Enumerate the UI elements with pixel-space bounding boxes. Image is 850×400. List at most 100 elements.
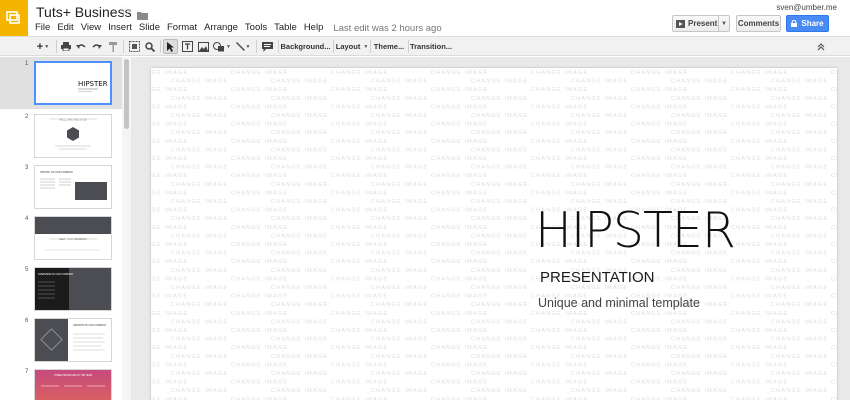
slide-tagline[interactable]: Unique and minimal template xyxy=(538,296,700,310)
slide-thumbnail-2[interactable]: WELCOME MESSAGE xyxy=(34,114,112,158)
slide-thumbnail-7[interactable]: THREE PRINCIPLES OF THE TEAM xyxy=(34,369,112,400)
document-title[interactable]: Tuts+ Business xyxy=(36,4,132,20)
present-button[interactable]: Present xyxy=(673,16,719,31)
watermark-text: CHANGE IMAGE xyxy=(731,70,788,76)
slides-logo-icon[interactable] xyxy=(0,0,28,36)
watermark-text: CHANGE IMAGE xyxy=(731,311,788,317)
menu-table[interactable]: Table xyxy=(274,22,297,34)
background-button[interactable]: Background... xyxy=(281,39,331,54)
slide-title[interactable]: HIPSTER xyxy=(535,206,736,255)
watermark-text: CHANGE IMAGE xyxy=(331,173,388,179)
watermark-text: CHANGE IMAGE xyxy=(771,113,828,119)
menu-view[interactable]: View xyxy=(81,22,101,34)
watermark-text: CHANGE IMAGE xyxy=(771,79,828,85)
watermark-text: CHANGE IMAGE xyxy=(271,268,328,274)
watermark-text: CHANGE IMAGE xyxy=(771,371,828,377)
collapse-toolbar-icon[interactable] xyxy=(814,39,828,54)
watermark-text: CHANGE IMAGE xyxy=(831,208,837,214)
watermark-text: CHANGE IMAGE xyxy=(471,130,528,136)
watermark-text: CHANGE IMAGE xyxy=(331,70,388,76)
slide-thumbnail-4[interactable]: MEET OUR MEMBERS xyxy=(34,216,112,260)
zoom-icon[interactable] xyxy=(143,39,156,54)
menu-bar: File Edit View Insert Slide Format Arran… xyxy=(35,21,442,35)
transition-button[interactable]: Transition... xyxy=(410,39,452,54)
slide-subtitle[interactable]: PRESENTATION xyxy=(540,269,654,286)
watermark-text: CHANGE IMAGE xyxy=(831,139,837,145)
comments-button[interactable]: Comments xyxy=(736,15,781,32)
undo-icon[interactable] xyxy=(75,39,87,54)
watermark-text: CHANGE IMAGE xyxy=(571,96,628,102)
layout-button[interactable]: Layout ▼ xyxy=(336,39,369,54)
watermark-text: CHANGE IMAGE xyxy=(671,337,728,343)
last-edit-status[interactable]: Last edit was 2 hours ago xyxy=(333,23,441,34)
watermark-text: CHANGE IMAGE xyxy=(171,165,228,171)
watermark-text: CHANGE IMAGE xyxy=(631,190,688,196)
star-icon[interactable]: ☆ xyxy=(120,5,132,19)
menu-insert[interactable]: Insert xyxy=(108,22,132,34)
watermark-text: CHANGE IMAGE xyxy=(831,190,837,196)
shape-tool-button[interactable]: ▼ xyxy=(212,39,232,54)
menu-edit[interactable]: Edit xyxy=(57,22,73,34)
menu-slide[interactable]: Slide xyxy=(139,22,160,34)
watermark-text: CHANGE IMAGE xyxy=(151,190,188,196)
menu-arrange[interactable]: Arrange xyxy=(204,22,238,34)
filmstrip-scrollbar-thumb[interactable] xyxy=(124,59,129,129)
watermark-text: CHANGE IMAGE xyxy=(471,268,528,274)
watermark-text: CHANGE IMAGE xyxy=(571,182,628,188)
watermark-text: CHANGE IMAGE xyxy=(171,302,228,308)
watermark-text: CHANGE IMAGE xyxy=(831,87,837,93)
theme-button[interactable]: Theme... xyxy=(373,39,405,54)
watermark-text: CHANGE IMAGE xyxy=(331,276,388,282)
slide-thumbnail-5[interactable]: OVERVIEW OF OUR COMPANY xyxy=(34,267,112,311)
watermark-text: CHANGE IMAGE xyxy=(231,345,288,351)
watermark-text: CHANGE IMAGE xyxy=(371,130,428,136)
watermark-text: CHANGE IMAGE xyxy=(371,165,428,171)
watermark-text: CHANGE IMAGE xyxy=(471,302,528,308)
share-label: Share xyxy=(801,19,824,28)
new-slide-button[interactable]: + ▼ xyxy=(33,39,53,54)
watermark-text: CHANGE IMAGE xyxy=(631,122,688,128)
watermark-text: CHANGE IMAGE xyxy=(531,104,588,110)
watermark-text: CHANGE IMAGE xyxy=(271,147,328,153)
watermark-text: CHANGE IMAGE xyxy=(431,242,488,248)
watermark-text: CHANGE IMAGE xyxy=(831,225,837,231)
watermark-text: CHANGE IMAGE xyxy=(231,328,288,334)
redo-icon[interactable] xyxy=(91,39,103,54)
watermark-text: CHANGE IMAGE xyxy=(471,251,528,257)
watermark-text: CHANGE IMAGE xyxy=(431,362,488,368)
watermark-text: CHANGE IMAGE xyxy=(371,388,428,394)
watermark-text: CHANGE IMAGE xyxy=(331,87,388,93)
watermark-text: CHANGE IMAGE xyxy=(731,362,788,368)
menu-file[interactable]: File xyxy=(35,22,50,34)
text-box-icon[interactable] xyxy=(180,39,194,54)
select-tool-icon[interactable] xyxy=(163,39,178,54)
watermark-text: CHANGE IMAGE xyxy=(531,122,588,128)
slide-editor[interactable]: CHANGE IMAGECHANGE IMAGECHANGE IMAGECHAN… xyxy=(151,68,837,400)
menu-tools[interactable]: Tools xyxy=(245,22,267,34)
menu-help[interactable]: Help xyxy=(304,22,324,34)
fit-zoom-icon[interactable] xyxy=(127,39,141,54)
watermark-text: CHANGE IMAGE xyxy=(471,216,528,222)
watermark-text: CHANGE IMAGE xyxy=(631,345,688,351)
image-icon[interactable] xyxy=(196,39,210,54)
print-icon[interactable] xyxy=(60,39,72,54)
present-dropdown-chevron-icon[interactable]: ▼ xyxy=(719,16,729,31)
paint-format-icon[interactable] xyxy=(107,39,119,54)
watermark-text: CHANGE IMAGE xyxy=(631,70,688,76)
watermark-text: CHANGE IMAGE xyxy=(431,104,488,110)
watermark-text: CHANGE IMAGE xyxy=(831,328,837,334)
slide-thumbnail-3[interactable]: HISTORY OF OUR COMPANY xyxy=(34,165,112,209)
watermark-text: CHANGE IMAGE xyxy=(331,156,388,162)
share-button[interactable]: Share xyxy=(786,15,829,32)
comment-icon[interactable] xyxy=(260,39,274,54)
line-tool-button[interactable]: ▼ xyxy=(234,39,252,54)
menu-format[interactable]: Format xyxy=(167,22,197,34)
slide-thumbnail-1[interactable]: HIPSTER xyxy=(34,61,112,105)
watermark-text: CHANGE IMAGE xyxy=(271,199,328,205)
slide-thumbnail-6[interactable]: GROWTH OF OUR COMPANY xyxy=(34,318,112,362)
watermark-text: CHANGE IMAGE xyxy=(231,139,288,145)
watermark-text: CHANGE IMAGE xyxy=(831,380,837,386)
watermark-text: CHANGE IMAGE xyxy=(171,354,228,360)
watermark-text: CHANGE IMAGE xyxy=(151,294,188,300)
user-email[interactable]: sven@umber.me xyxy=(776,3,837,12)
